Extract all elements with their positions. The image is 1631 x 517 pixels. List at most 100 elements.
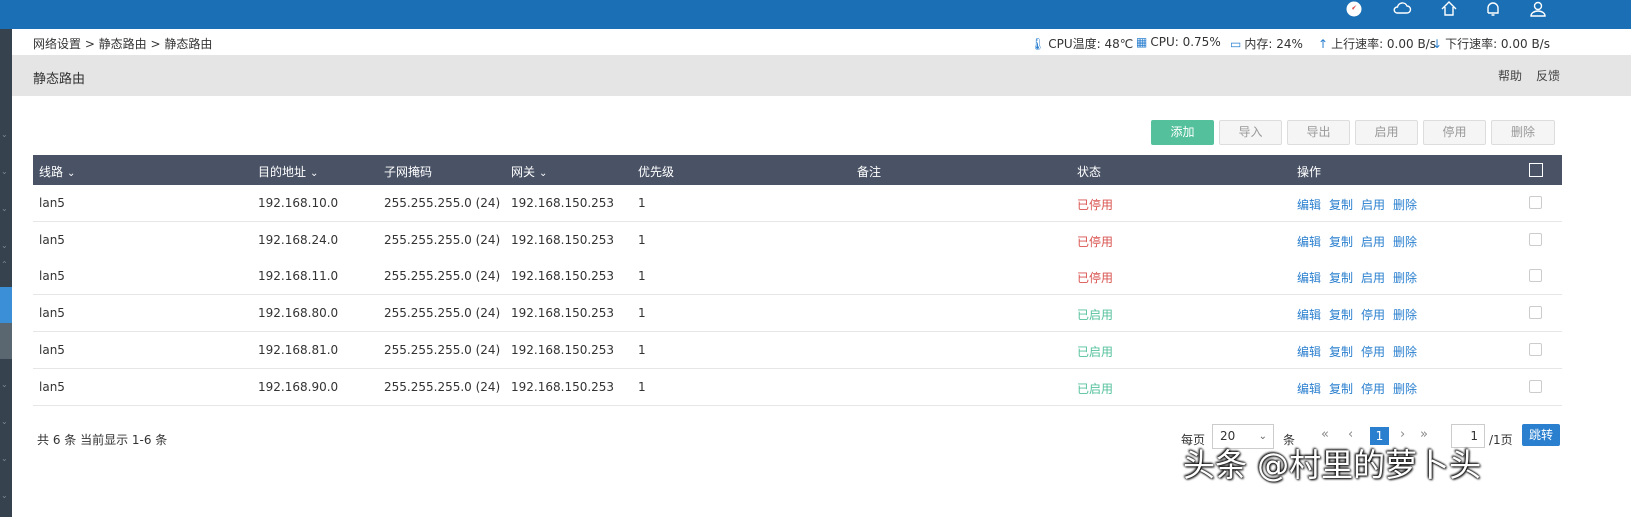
chevron-down-icon[interactable]: ⌄: [1, 492, 10, 500]
row-checkbox[interactable]: [1529, 233, 1542, 246]
feedback-link[interactable]: 反馈: [1536, 67, 1560, 84]
cell-ops: 编辑 复制 启用 删除: [1297, 233, 1425, 250]
sidebar-item-active[interactable]: [0, 287, 12, 323]
row-checkbox[interactable]: [1529, 380, 1542, 393]
delete-link[interactable]: 删除: [1393, 308, 1417, 322]
add-button[interactable]: 添加: [1151, 120, 1214, 145]
cell-gateway: 192.168.150.253: [511, 196, 615, 210]
cell-priority: 1: [638, 269, 646, 283]
cell-ops: 编辑 复制 启用 删除: [1297, 196, 1425, 213]
cell-gateway: 192.168.150.253: [511, 380, 615, 394]
row-checkbox[interactable]: [1529, 269, 1542, 282]
chevron-down-icon: ⌄: [310, 168, 319, 179]
column-header-gateway[interactable]: 网关 ⌄: [511, 163, 547, 180]
cell-priority: 1: [638, 196, 646, 210]
disable-button[interactable]: 停用: [1423, 120, 1486, 145]
upload-value: 上行速率: 0.00 B/s: [1331, 37, 1436, 51]
export-button[interactable]: 导出: [1287, 120, 1350, 145]
chevron-down-icon[interactable]: ⌄: [1, 131, 10, 139]
cell-dest: 192.168.10.0: [258, 196, 339, 210]
chevron-down-icon[interactable]: ⌄: [1, 168, 10, 176]
cell-priority: 1: [638, 343, 646, 357]
cell-dest: 192.168.11.0: [258, 269, 339, 283]
import-button[interactable]: 导入: [1219, 120, 1282, 145]
edit-link[interactable]: 编辑: [1297, 235, 1321, 249]
record-summary: 共 6 条 当前显示 1-6 条: [37, 433, 168, 447]
arrow-up-icon: ↑: [1318, 37, 1329, 51]
goto-button[interactable]: 跳转: [1522, 424, 1560, 446]
cell-ops: 编辑 复制 启用 删除: [1297, 269, 1425, 286]
delete-link[interactable]: 删除: [1393, 382, 1417, 396]
status-badge: 已启用: [1077, 345, 1114, 359]
cloud-icon[interactable]: [1391, 0, 1413, 20]
edit-link[interactable]: 编辑: [1297, 345, 1321, 359]
row-checkbox[interactable]: [1529, 343, 1542, 356]
copy-link[interactable]: 复制: [1329, 308, 1353, 322]
cpu-temp-stat: 🌡 CPU温度: 48℃: [1030, 35, 1133, 52]
delete-link[interactable]: 删除: [1393, 345, 1417, 359]
download-value: 下行速率: 0.00 B/s: [1445, 37, 1550, 51]
toggle-link[interactable]: 停用: [1361, 382, 1385, 396]
compass-icon[interactable]: [1343, 0, 1365, 20]
cell-mask: 255.255.255.0 (24): [384, 380, 501, 394]
cell-ops: 编辑 复制 停用 删除: [1297, 380, 1425, 397]
copy-link[interactable]: 复制: [1329, 198, 1353, 212]
toggle-link[interactable]: 启用: [1361, 235, 1385, 249]
download-stat: ↓ 下行速率: 0.00 B/s: [1432, 35, 1550, 52]
row-checkbox[interactable]: [1529, 306, 1542, 319]
row-checkbox[interactable]: [1529, 196, 1542, 209]
cell-dest: 192.168.81.0: [258, 343, 339, 357]
cell-dest: 192.168.90.0: [258, 380, 339, 394]
edit-link[interactable]: 编辑: [1297, 271, 1321, 285]
enable-button[interactable]: 启用: [1355, 120, 1418, 145]
chevron-down-icon[interactable]: ⌄: [1, 418, 10, 426]
toggle-link[interactable]: 启用: [1361, 198, 1385, 212]
copy-link[interactable]: 复制: [1329, 271, 1353, 285]
breadcrumb: 网络设置 > 静态路由 > 静态路由: [33, 37, 213, 51]
copy-link[interactable]: 复制: [1329, 382, 1353, 396]
cell-gateway: 192.168.150.253: [511, 269, 615, 283]
chevron-up-icon[interactable]: ⌃: [1, 261, 10, 269]
cell-mask: 255.255.255.0 (24): [384, 343, 501, 357]
edit-link[interactable]: 编辑: [1297, 382, 1321, 396]
edit-link[interactable]: 编辑: [1297, 308, 1321, 322]
user-icon[interactable]: [1527, 0, 1549, 20]
status-badge: 已启用: [1077, 382, 1114, 396]
toggle-link[interactable]: 启用: [1361, 271, 1385, 285]
help-link[interactable]: 帮助: [1498, 67, 1522, 84]
bell-icon[interactable]: [1482, 0, 1504, 20]
chevron-down-icon[interactable]: ⌄: [1, 381, 10, 389]
chevron-down-icon[interactable]: ⌄: [1, 242, 10, 250]
cell-mask: 255.255.255.0 (24): [384, 269, 501, 283]
sidebar-item[interactable]: [0, 323, 12, 359]
delete-link[interactable]: 删除: [1393, 198, 1417, 212]
toggle-link[interactable]: 停用: [1361, 308, 1385, 322]
memory-stat: ▭ 内存: 24%: [1230, 35, 1303, 52]
home-icon[interactable]: [1438, 0, 1460, 20]
chevron-down-icon[interactable]: ⌄: [1, 455, 10, 463]
cell-priority: 1: [638, 233, 646, 247]
select-all-checkbox[interactable]: [1529, 163, 1543, 177]
column-header-line[interactable]: 线路 ⌄: [39, 163, 75, 180]
delete-button[interactable]: 删除: [1491, 120, 1555, 145]
top-bar: [0, 0, 1631, 29]
toggle-link[interactable]: 停用: [1361, 345, 1385, 359]
delete-link[interactable]: 删除: [1393, 235, 1417, 249]
status-badge: 已启用: [1077, 308, 1114, 322]
status-badge: 已停用: [1077, 235, 1114, 249]
table-row: lan5 192.168.10.0 255.255.255.0 (24) 192.16…: [33, 185, 1562, 222]
table-row: lan5 192.168.24.0 255.255.255.0 (24) 192.16…: [33, 222, 1562, 259]
cell-ops: 编辑 复制 停用 删除: [1297, 343, 1425, 360]
delete-link[interactable]: 删除: [1393, 271, 1417, 285]
cell-line: lan5: [39, 380, 65, 394]
chevron-down-icon[interactable]: ⌄: [1, 205, 10, 213]
chevron-down-icon: ⌄: [67, 168, 76, 179]
column-header-dest[interactable]: 目的地址 ⌄: [258, 163, 318, 180]
edit-link[interactable]: 编辑: [1297, 198, 1321, 212]
copy-link[interactable]: 复制: [1329, 345, 1353, 359]
upload-stat: ↑ 上行速率: 0.00 B/s: [1318, 35, 1436, 52]
cell-line: lan5: [39, 233, 65, 247]
cell-line: lan5: [39, 343, 65, 357]
copy-link[interactable]: 复制: [1329, 235, 1353, 249]
cpu-temp-value: CPU温度: 48℃: [1048, 37, 1134, 51]
